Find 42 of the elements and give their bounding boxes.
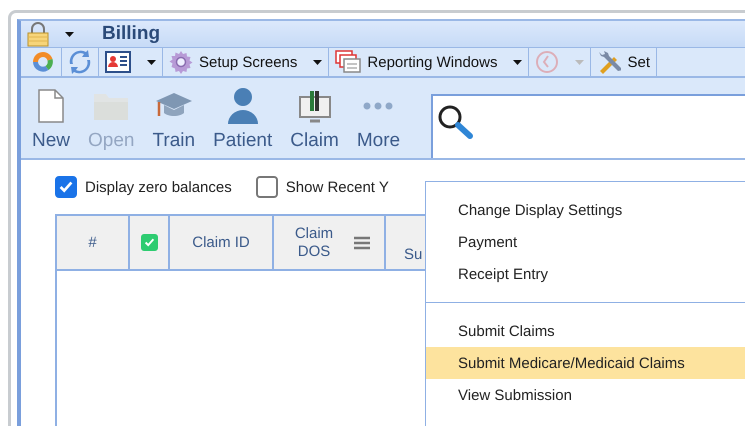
column-header: Claim ID <box>192 234 250 251</box>
menu-item[interactable]: Change Display Settings <box>426 194 745 226</box>
column-header: Su <box>404 246 422 263</box>
ribbon-button[interactable]: Claim <box>290 130 339 152</box>
tools-icon[interactable] <box>597 50 622 74</box>
menu-item[interactable]: Submit Claims <box>426 315 745 347</box>
toolbar-button[interactable] <box>102 48 159 76</box>
checkbox-label: Display zero balances <box>85 178 232 196</box>
windows-icon[interactable] <box>335 50 362 74</box>
column-header: # <box>88 234 97 251</box>
toolbar-button[interactable]: Set <box>594 48 653 76</box>
ribbon-button[interactable]: Patient <box>213 130 272 152</box>
menu-icon[interactable] <box>354 236 370 250</box>
ribbon-button[interactable]: More <box>356 130 400 152</box>
window-title: Billing <box>102 23 160 45</box>
person-icon[interactable] <box>226 87 260 125</box>
toolbar-button[interactable]: Reporting Windows <box>332 48 526 76</box>
caret-icon[interactable] <box>513 60 522 64</box>
gear-icon[interactable] <box>169 50 193 74</box>
checkbox-label: Show Recent Y <box>286 178 389 196</box>
checkbox[interactable] <box>55 176 77 198</box>
contact-card-icon[interactable] <box>105 51 131 73</box>
menu-item[interactable]: Submit Medicare/Medicaid Claims <box>426 347 745 379</box>
toolbar-button[interactable]: Setup Screens <box>166 48 326 76</box>
caret-icon[interactable] <box>313 60 322 64</box>
ribbon-button[interactable]: New <box>32 130 70 152</box>
document-icon[interactable] <box>37 88 65 124</box>
menu-item[interactable]: Receipt Entry <box>426 258 745 290</box>
search-field[interactable] <box>431 94 745 158</box>
checkbox[interactable] <box>256 176 278 198</box>
check-icon <box>142 236 156 249</box>
ribbon-button[interactable]: Train <box>152 130 196 152</box>
lock-icon[interactable] <box>27 21 49 47</box>
caret-icon[interactable] <box>147 60 156 64</box>
menu-item[interactable]: Payment <box>426 226 745 258</box>
checkbox[interactable] <box>140 234 158 251</box>
monitor-icon[interactable] <box>298 89 332 123</box>
more-icon[interactable] <box>361 101 396 111</box>
search-icon <box>437 104 476 140</box>
caret-icon[interactable] <box>65 32 74 36</box>
column-header: Claim DOS <box>294 224 334 260</box>
menu-item[interactable]: View Submission <box>426 379 745 411</box>
